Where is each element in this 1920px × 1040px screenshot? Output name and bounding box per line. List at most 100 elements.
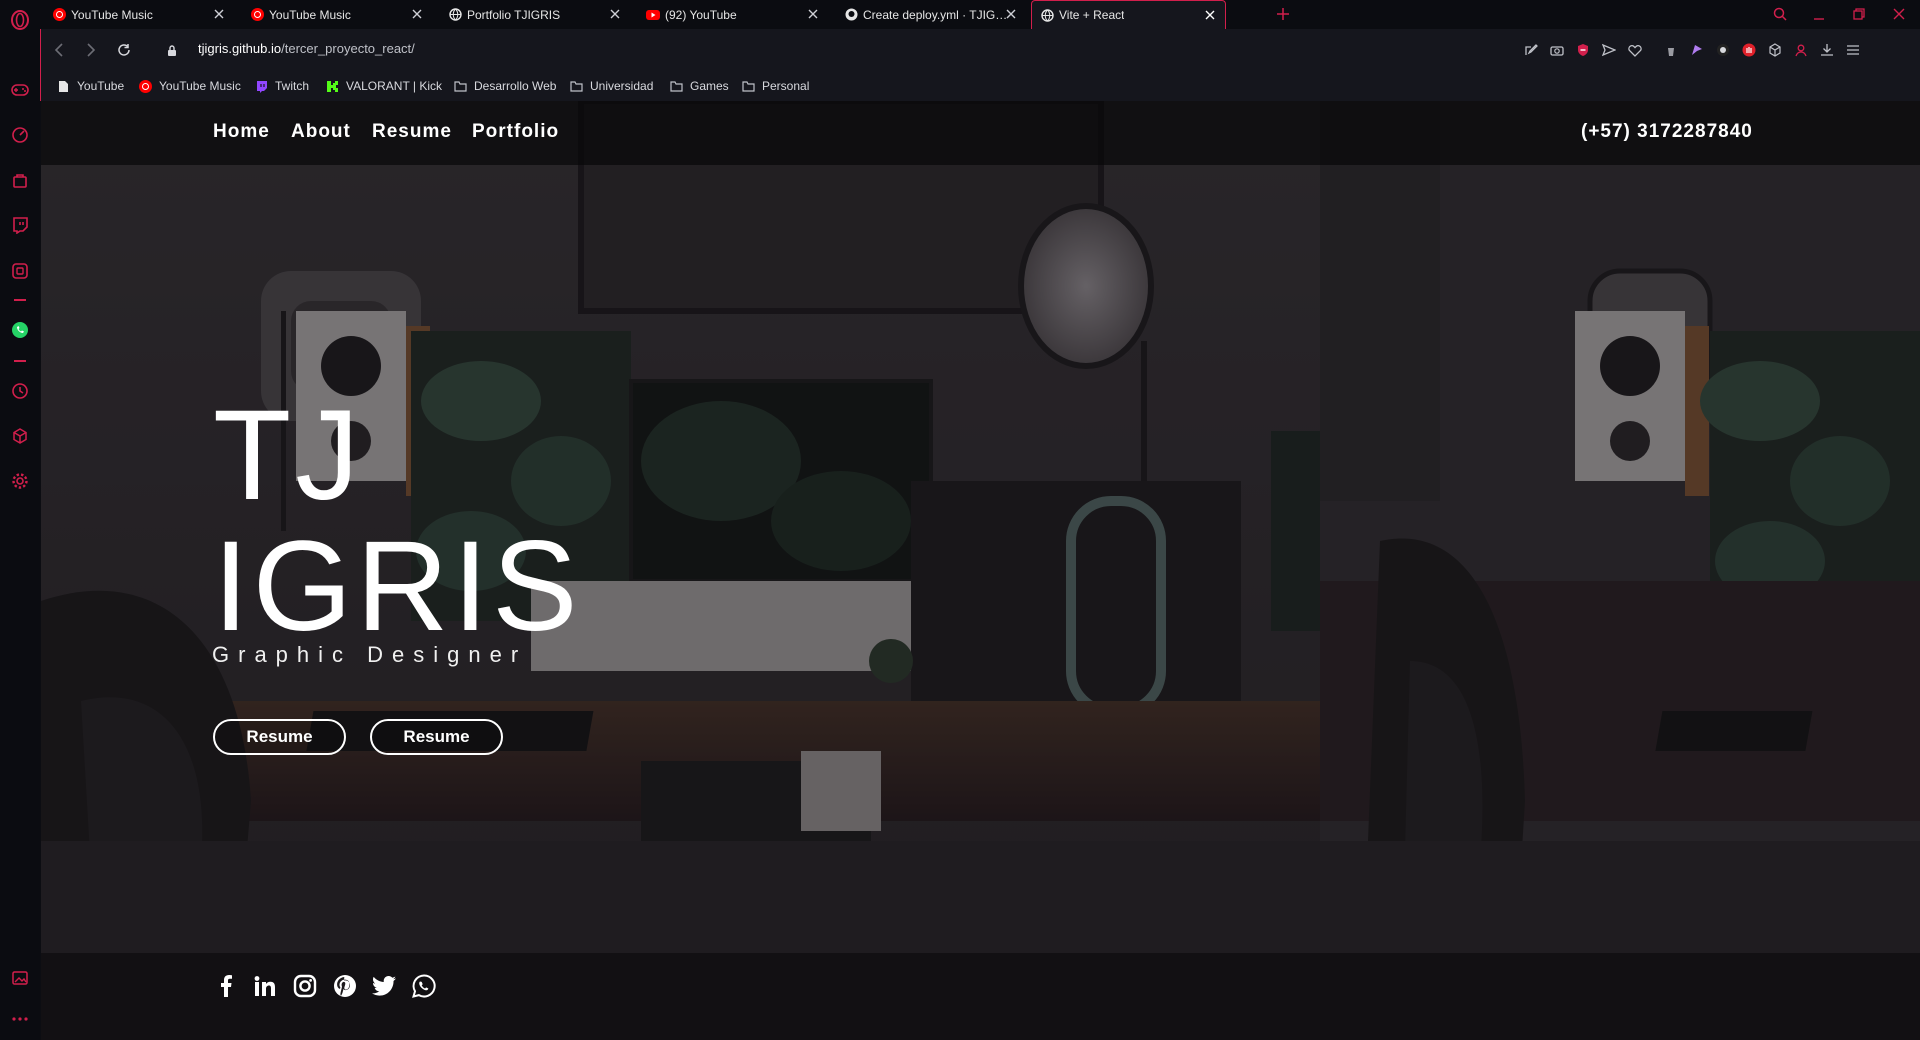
tab-strip: YouTube Music YouTube Music Portfolio TJ… <box>40 0 1920 29</box>
extension-dark-icon[interactable] <box>1713 40 1733 60</box>
close-window-icon[interactable] <box>1888 4 1910 24</box>
bookmark-label: Universidad <box>590 79 654 93</box>
footer-band <box>41 953 1920 1040</box>
lock-icon[interactable] <box>161 39 183 61</box>
bookmark-youtube[interactable]: YouTube <box>56 77 124 95</box>
tab-title: YouTube Music <box>71 7 153 22</box>
twitter-icon[interactable] <box>371 973 397 999</box>
close-icon[interactable] <box>212 7 226 21</box>
close-icon[interactable] <box>1004 7 1018 21</box>
url-domain: tjigris.github.io <box>198 41 282 56</box>
close-icon[interactable] <box>1203 8 1217 22</box>
youtube-music-icon <box>250 8 264 22</box>
profile-icon[interactable] <box>1791 40 1811 60</box>
history-icon[interactable] <box>9 380 31 402</box>
extension-dropper-icon[interactable] <box>1661 40 1681 60</box>
sidebar-separator <box>14 299 26 301</box>
menu-icon[interactable] <box>1843 40 1863 60</box>
close-icon[interactable] <box>806 7 820 21</box>
bookmark-valorant-kick[interactable]: VALORANT | Kick <box>325 77 442 95</box>
globe-icon <box>448 8 462 22</box>
tab-title: YouTube Music <box>269 7 351 22</box>
minimize-icon[interactable] <box>1808 4 1830 24</box>
site-navbar: Home About Resume Portfolio (+57) 317228… <box>41 101 1920 165</box>
youtube-icon <box>646 8 660 22</box>
phone-number[interactable]: (+57) 3172287840 <box>1581 121 1753 143</box>
opera-logo-icon[interactable] <box>9 9 31 31</box>
tab-title: (92) YouTube <box>665 7 737 22</box>
bookmark-label: Personal <box>762 79 810 93</box>
nav-about-link[interactable]: About <box>291 121 351 143</box>
extensions-cube-icon[interactable] <box>1765 40 1785 60</box>
tab-youtube-music[interactable]: YouTube Music <box>44 0 234 29</box>
adblock-shield-icon[interactable] <box>1573 40 1593 60</box>
bookmark-label: YouTube Music <box>159 79 241 93</box>
whatsapp-icon[interactable] <box>9 319 31 341</box>
linkedin-icon[interactable] <box>252 973 278 999</box>
url-text[interactable]: tjigris.github.io/tercer_proyecto_react/ <box>198 41 415 56</box>
tab-vite-react-active[interactable]: Vite + React <box>1031 0 1226 29</box>
address-bar: tjigris.github.io/tercer_proyecto_react/ <box>40 29 1920 70</box>
bookmark-label: Games <box>690 79 729 93</box>
extension-red-hand-icon[interactable] <box>1739 40 1759 60</box>
download-icon[interactable] <box>1817 40 1837 60</box>
extension-purple-icon[interactable] <box>1687 40 1707 60</box>
folder-icon <box>453 79 467 93</box>
send-icon[interactable] <box>1599 40 1619 60</box>
folder-icon <box>669 79 683 93</box>
nav-portfolio-link[interactable]: Portfolio <box>472 121 559 143</box>
facebook-icon[interactable] <box>213 973 239 999</box>
bookmark-youtube-music[interactable]: YouTube Music <box>138 77 241 95</box>
browser-sidebar <box>0 0 40 1040</box>
image-gallery-icon[interactable] <box>9 967 31 989</box>
bookmark-folder-universidad[interactable]: Universidad <box>569 77 653 95</box>
bookmark-label: Twitch <box>275 79 310 93</box>
extensions-cube-icon[interactable] <box>9 425 31 447</box>
search-tabs-icon[interactable] <box>1769 4 1791 24</box>
forward-arrow-icon[interactable] <box>80 39 102 61</box>
discord-icon[interactable] <box>9 260 31 282</box>
twitch-icon <box>254 79 268 93</box>
folder-icon <box>569 79 583 93</box>
tab-portfolio[interactable]: Portfolio TJIGRIS <box>440 0 630 29</box>
close-icon[interactable] <box>608 7 622 21</box>
share-edit-icon[interactable] <box>1521 40 1541 60</box>
instagram-icon[interactable] <box>292 973 318 999</box>
heart-icon[interactable] <box>1625 40 1645 60</box>
twitch-icon[interactable] <box>9 214 31 236</box>
bag-icon[interactable] <box>9 169 31 191</box>
kick-icon <box>325 79 339 93</box>
new-tab-plus-icon[interactable] <box>1273 4 1293 24</box>
sidebar-separator <box>14 360 26 362</box>
tab-github-deploy[interactable]: Create deploy.yml · TJIGRIS <box>836 0 1026 29</box>
gamepad-icon[interactable] <box>9 79 31 101</box>
back-arrow-icon[interactable] <box>48 39 70 61</box>
bookmark-folder-personal[interactable]: Personal <box>741 77 809 95</box>
settings-gear-icon[interactable] <box>9 470 31 492</box>
whatsapp-icon[interactable] <box>411 973 437 999</box>
nav-home-link[interactable]: Home <box>213 121 270 143</box>
resume-button[interactable]: Resume <box>213 719 346 755</box>
bookmark-folder-desarrollo-web[interactable]: Desarrollo Web <box>453 77 556 95</box>
more-options-icon[interactable] <box>9 1008 31 1030</box>
bookmark-twitch[interactable]: Twitch <box>254 77 309 95</box>
url-path: /tercer_proyecto_react/ <box>281 41 415 56</box>
tab-youtube[interactable]: (92) YouTube <box>638 0 828 29</box>
restore-window-icon[interactable] <box>1848 4 1870 24</box>
pinterest-icon[interactable] <box>332 973 358 999</box>
close-icon[interactable] <box>410 7 424 21</box>
nav-resume-link[interactable]: Resume <box>372 121 452 143</box>
bookmark-label: VALORANT | Kick <box>346 79 443 93</box>
web-page: Home About Resume Portfolio (+57) 317228… <box>41 101 1920 1040</box>
resume-button-secondary[interactable]: Resume <box>370 719 503 755</box>
tab-title: Vite + React <box>1059 8 1125 22</box>
bookmarks-bar: YouTube YouTube Music Twitch VALORANT | … <box>40 70 1920 101</box>
hero-subtitle: Graphic Designer <box>212 642 528 667</box>
speed-dial-icon[interactable] <box>9 124 31 146</box>
camera-icon[interactable] <box>1547 40 1567 60</box>
tab-youtube-music[interactable]: YouTube Music <box>242 0 432 29</box>
page-icon <box>56 79 70 93</box>
youtube-music-icon <box>138 79 152 93</box>
reload-icon[interactable] <box>113 39 135 61</box>
bookmark-folder-games[interactable]: Games <box>669 77 729 95</box>
